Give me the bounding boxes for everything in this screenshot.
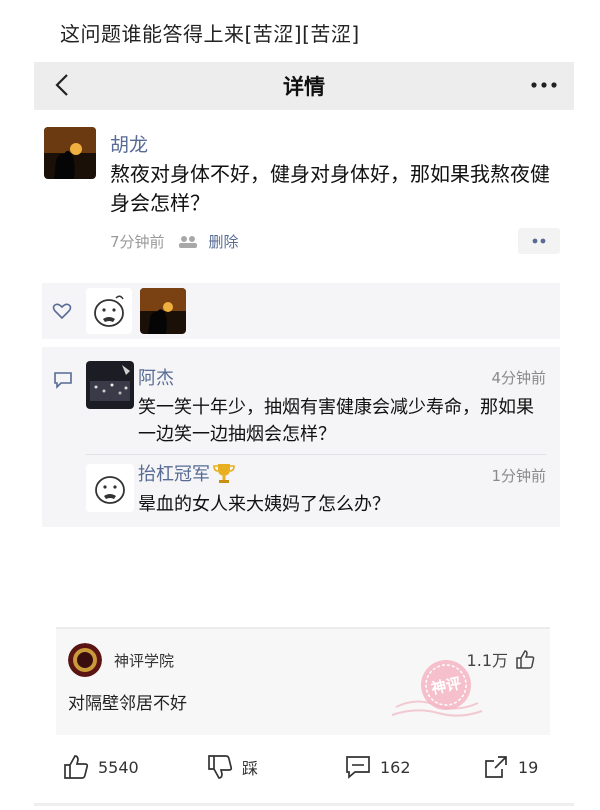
- comment-divider: [86, 454, 546, 455]
- back-arrow-icon[interactable]: [48, 70, 78, 100]
- two-dots-icon: [532, 238, 546, 244]
- share-icon: [485, 756, 507, 778]
- author-name[interactable]: 胡龙: [110, 130, 148, 157]
- comment-icon: [54, 372, 72, 389]
- cartoon-face-icon: [86, 288, 132, 334]
- comment-bubble-icon: [346, 756, 370, 779]
- post-meta: 7分钟前 删除: [110, 231, 239, 252]
- post-text: 熬夜对身体不好，健身对身体好，那如果我熬夜健身会怎样？: [110, 162, 550, 215]
- commenter-avatar[interactable]: [86, 464, 134, 512]
- heart-icon: [52, 303, 72, 320]
- page-title: 详情: [283, 75, 325, 99]
- cartoon-face-icon: [86, 464, 134, 512]
- thumbs-down-icon: [208, 755, 233, 779]
- share-count: 19: [518, 757, 539, 777]
- commenter-name[interactable]: 抬杠冠军: [138, 460, 210, 486]
- likes-panel: [42, 283, 560, 339]
- comment-time: 1分钟前: [491, 467, 546, 485]
- comment-text[interactable]: 笑一笑十年少，抽烟有害健康会减少寿命，那如果一边笑一边抽烟会怎样？: [138, 394, 548, 448]
- comment-text[interactable]: 晕血的女人来大姨妈了怎么办？: [138, 490, 390, 516]
- delete-link[interactable]: 删除: [209, 231, 239, 252]
- dislike-label: 踩: [242, 759, 259, 778]
- sunset-silhouette-icon: [140, 288, 186, 334]
- comments-panel: 阿杰 4分钟前 笑一笑十年少，抽烟有害健康会减少寿命，那如果一边笑一边抽烟会怎样…: [42, 347, 560, 527]
- more-options-icon[interactable]: [528, 72, 560, 98]
- like-count: 5540: [98, 757, 139, 777]
- author-avatar[interactable]: [44, 127, 96, 179]
- post-caption: 这问题谁能答得上来[苦涩][苦涩]: [60, 22, 360, 46]
- thumbs-up-icon: [64, 755, 89, 779]
- bottom-divider: [34, 803, 574, 806]
- action-bar: 5540 踩 162 19: [0, 745, 600, 795]
- like-comment-button[interactable]: [518, 228, 560, 254]
- hot-comment-avatar[interactable]: [68, 643, 102, 677]
- dislike-action[interactable]: 踩: [206, 753, 258, 781]
- hot-comment-stamp-icon: 神评: [391, 660, 483, 717]
- visibility-people-icon: [178, 235, 197, 248]
- comment-time: 4分钟前: [491, 369, 546, 387]
- like-action[interactable]: 5540: [62, 753, 139, 781]
- comment-count: 162: [380, 757, 411, 777]
- commenter-avatar[interactable]: [86, 361, 134, 409]
- liker-avatar[interactable]: [86, 288, 132, 334]
- comment-action[interactable]: 162: [344, 753, 411, 781]
- liker-avatar[interactable]: [140, 288, 186, 334]
- commenter-name[interactable]: 阿杰: [138, 364, 174, 390]
- hot-comment-user[interactable]: 神评学院: [114, 650, 174, 671]
- commenter-name-row: 抬杠冠军: [138, 460, 236, 486]
- thumbs-up-icon: [516, 650, 535, 669]
- badge-logo-icon: [68, 643, 102, 677]
- hot-comment-card: 神评学院 1.1万 对隔壁邻居不好 神评: [56, 627, 550, 735]
- top-navigation-bar: 详情: [34, 62, 574, 110]
- hot-comment-text: 对隔壁邻居不好: [68, 694, 187, 714]
- trophy-icon: [213, 464, 235, 483]
- sunset-silhouette-icon: [44, 127, 96, 179]
- share-action[interactable]: 19: [482, 753, 538, 781]
- night-city-icon: [86, 361, 134, 409]
- post-time: 7分钟前: [110, 233, 165, 251]
